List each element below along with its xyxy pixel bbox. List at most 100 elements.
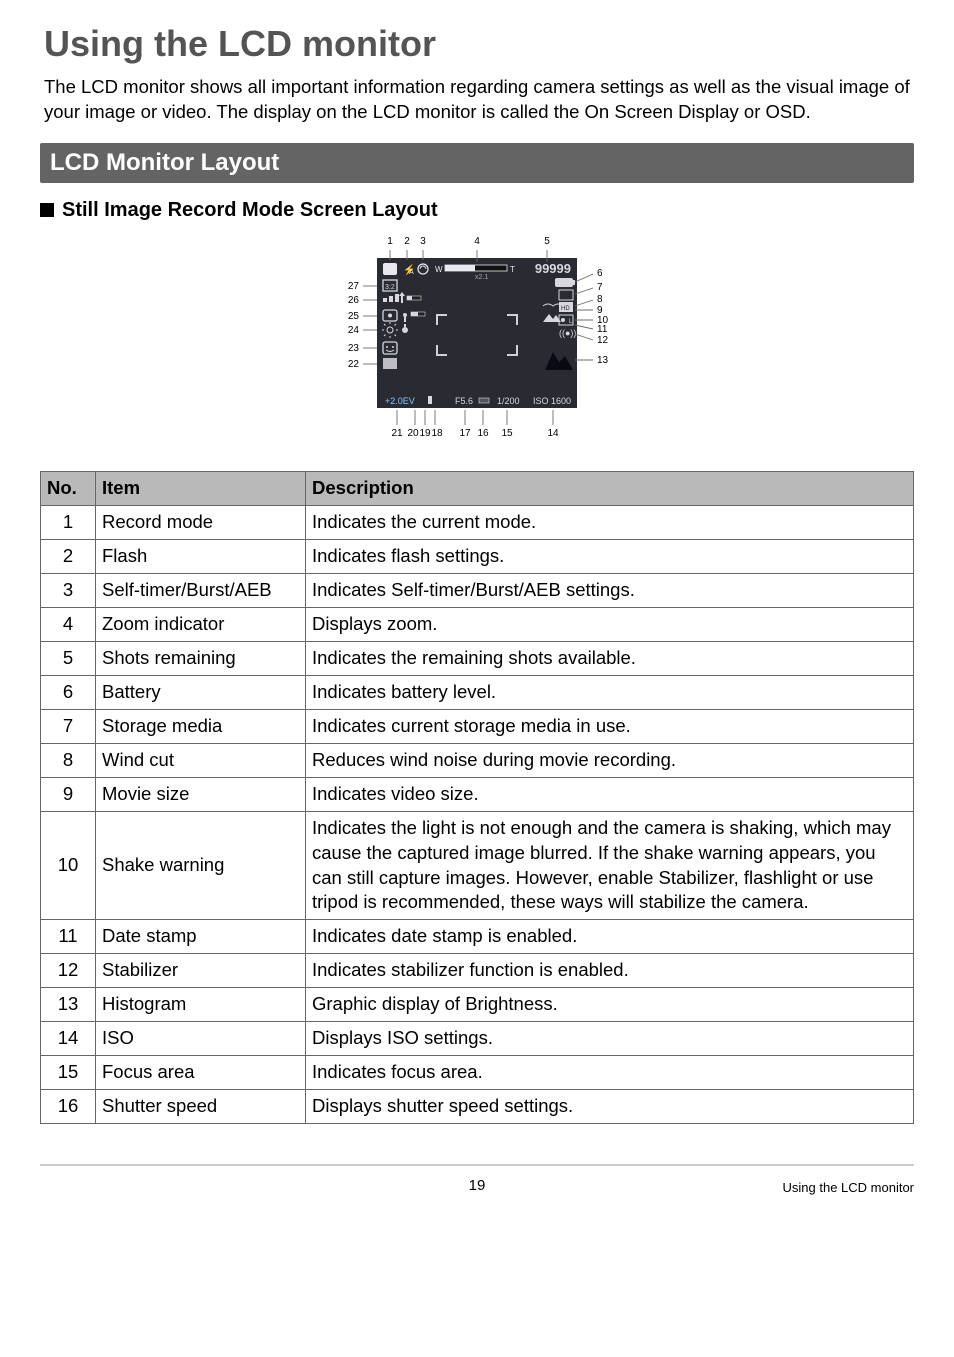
table-row: 6BatteryIndicates battery level. (41, 675, 914, 709)
cell-item: Flash (96, 539, 306, 573)
callout-8: 8 (597, 294, 603, 305)
cell-desc: Indicates the remaining shots available. (306, 641, 914, 675)
cell-no: 8 (41, 743, 96, 777)
table-row: 16Shutter speedDisplays shutter speed se… (41, 1090, 914, 1124)
th-item: Item (96, 471, 306, 505)
table-row: 1Record modeIndicates the current mode. (41, 505, 914, 539)
cell-no: 13 (41, 988, 96, 1022)
cell-no: 6 (41, 675, 96, 709)
ev-value: +2.0EV (385, 396, 415, 406)
zoom-w-label: W (435, 265, 443, 274)
callout-25: 25 (348, 311, 360, 322)
cell-desc: Displays zoom. (306, 607, 914, 641)
table-row: 2FlashIndicates flash settings. (41, 539, 914, 573)
cell-no: 5 (41, 641, 96, 675)
callout-14: 14 (547, 428, 559, 439)
cell-no: 4 (41, 607, 96, 641)
zoom-value: x2.1 (475, 274, 488, 281)
table-row: 12StabilizerIndicates stabilizer functio… (41, 954, 914, 988)
cell-item: Stabilizer (96, 954, 306, 988)
th-desc: Description (306, 471, 914, 505)
cell-desc: Indicates current storage media in use. (306, 709, 914, 743)
callout-26: 26 (348, 295, 360, 306)
fstop-value: F5.6 (455, 396, 473, 406)
table-row: 8Wind cutReduces wind noise during movie… (41, 743, 914, 777)
cell-item: Focus area (96, 1056, 306, 1090)
cell-item: Battery (96, 675, 306, 709)
cell-no: 14 (41, 1022, 96, 1056)
cell-desc: Indicates battery level. (306, 675, 914, 709)
footer-right: Using the LCD monitor (783, 1179, 915, 1197)
sub-heading-text: Still Image Record Mode Screen Layout (62, 197, 438, 224)
cell-desc: Displays shutter speed settings. (306, 1090, 914, 1124)
cell-desc: Graphic display of Brightness. (306, 988, 914, 1022)
cell-desc: Displays ISO settings. (306, 1022, 914, 1056)
callout-21: 21 (391, 428, 403, 439)
cell-desc: Indicates video size. (306, 777, 914, 811)
cell-item: Self-timer/Burst/AEB (96, 573, 306, 607)
cell-item: Record mode (96, 505, 306, 539)
cell-no: 7 (41, 709, 96, 743)
table-row: 10Shake warningIndicates the light is no… (41, 811, 914, 920)
svg-text:HD: HD (561, 306, 570, 312)
cell-item: Histogram (96, 988, 306, 1022)
osd-diagram: ⚡ A W T x2.1 99999 HD L ((●)) 3:2 (40, 230, 914, 457)
page-title: Using the LCD monitor (40, 20, 914, 69)
callout-23: 23 (348, 343, 360, 354)
table-row: 11Date stampIndicates date stamp is enab… (41, 920, 914, 954)
callout-22: 22 (348, 359, 360, 370)
cell-no: 15 (41, 1056, 96, 1090)
callout-19: 19 (419, 428, 431, 439)
callout-27: 27 (348, 281, 360, 292)
callout-16: 16 (477, 428, 489, 439)
table-row: 9Movie sizeIndicates video size. (41, 777, 914, 811)
callout-11: 11 (597, 324, 608, 335)
cell-item: Zoom indicator (96, 607, 306, 641)
sub-heading: Still Image Record Mode Screen Layout (40, 197, 914, 224)
page-footer: 19 Using the LCD monitor (40, 1164, 914, 1196)
callout-15: 15 (501, 428, 513, 439)
table-row: 15Focus areaIndicates focus area. (41, 1056, 914, 1090)
cell-desc: Indicates flash settings. (306, 539, 914, 573)
th-no: No. (41, 471, 96, 505)
shots-remaining-value: 99999 (535, 261, 571, 276)
table-row: 7Storage mediaIndicates current storage … (41, 709, 914, 743)
zoom-t-label: T (510, 265, 515, 274)
iso-value: ISO 1600 (533, 396, 571, 406)
page-number: 19 (469, 1176, 486, 1196)
callout-4: 4 (474, 236, 480, 247)
cell-desc: Indicates date stamp is enabled. (306, 920, 914, 954)
cell-no: 1 (41, 505, 96, 539)
cell-item: Shots remaining (96, 641, 306, 675)
callout-24: 24 (348, 325, 360, 336)
callout-3: 3 (420, 236, 426, 247)
square-bullet-icon (40, 203, 54, 217)
cell-item: Wind cut (96, 743, 306, 777)
cell-desc: Indicates the current mode. (306, 505, 914, 539)
callout-5: 5 (544, 236, 550, 247)
cell-item: Shutter speed (96, 1090, 306, 1124)
cell-item: Date stamp (96, 920, 306, 954)
osd-items-table: No. Item Description 1Record modeIndicat… (40, 471, 914, 1124)
cell-no: 16 (41, 1090, 96, 1124)
callout-7: 7 (597, 282, 603, 293)
cell-desc: Reduces wind noise during movie recordin… (306, 743, 914, 777)
intro-paragraph: The LCD monitor shows all important info… (40, 75, 914, 125)
table-row: 4Zoom indicatorDisplays zoom. (41, 607, 914, 641)
cell-no: 3 (41, 573, 96, 607)
callout-20: 20 (407, 428, 419, 439)
callout-17: 17 (459, 428, 471, 439)
cell-no: 2 (41, 539, 96, 573)
cell-desc: Indicates focus area. (306, 1056, 914, 1090)
cell-desc: Indicates Self-timer/Burst/AEB settings. (306, 573, 914, 607)
callout-12: 12 (597, 335, 609, 346)
svg-text:3:2: 3:2 (385, 284, 395, 291)
callout-2: 2 (404, 236, 410, 247)
cell-item: ISO (96, 1022, 306, 1056)
cell-no: 12 (41, 954, 96, 988)
section-heading: LCD Monitor Layout (40, 143, 914, 183)
callout-13: 13 (597, 355, 609, 366)
table-row: 5Shots remainingIndicates the remaining … (41, 641, 914, 675)
table-row: 14ISODisplays ISO settings. (41, 1022, 914, 1056)
callout-6: 6 (597, 268, 603, 279)
